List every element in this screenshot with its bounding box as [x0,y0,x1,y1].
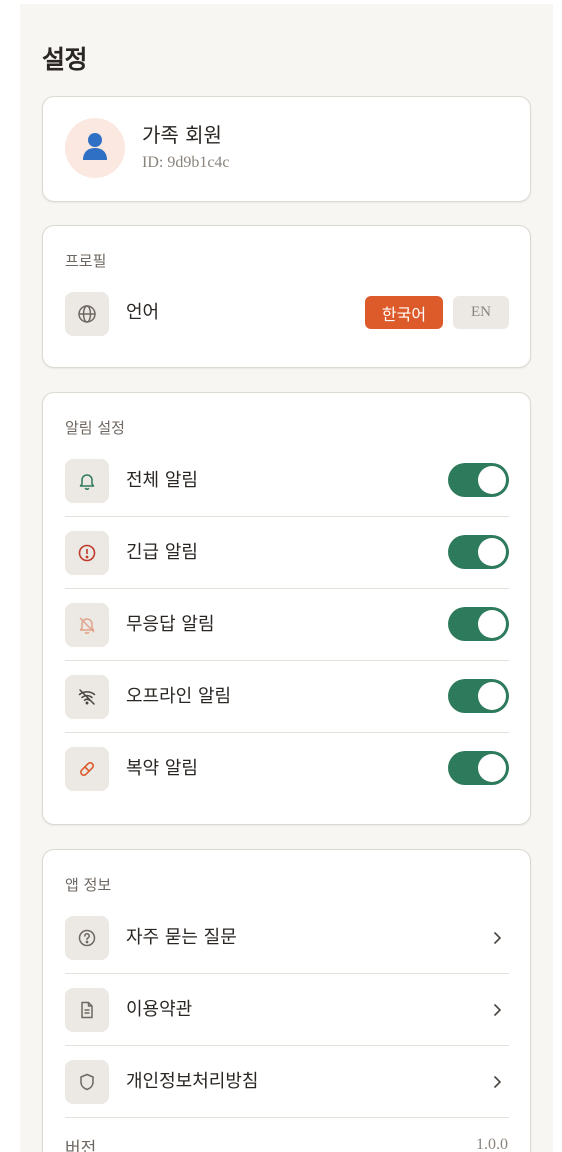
notification-row-emergency: 긴급 알림 [65,517,509,589]
help-circle-icon [65,916,109,960]
notification-row-no-response: 무응답 알림 [65,589,509,661]
language-label: 언어 [126,302,160,323]
notification-toggle-medication[interactable] [448,751,509,785]
app-info-card: 앱 정보 자주 묻는 질문 이용약관 개인정보처리방침 버전 1.0.0 [42,849,531,1152]
toggle-knob [478,754,506,782]
version-value: 1.0.0 [476,1136,508,1152]
language-option-korean[interactable]: 한국어 [365,296,443,329]
wifi-off-icon [65,675,109,719]
app-info-label: 개인정보처리방침 [126,1071,259,1092]
chevron-right-icon [491,1000,503,1020]
globe-icon [65,292,109,336]
notification-row-offline: 오프라인 알림 [65,661,509,733]
notification-row-medication: 복약 알림 [65,733,509,805]
notification-label: 복약 알림 [126,758,198,779]
pill-icon [65,747,109,791]
avatar [65,118,125,178]
document-icon [65,988,109,1032]
app-info-row-terms[interactable]: 이용약관 [65,974,509,1046]
section-label-profile: 프로필 [65,252,107,270]
bell-off-icon [65,603,109,647]
language-row: 언어 한국어 EN [65,278,509,350]
notification-label: 전체 알림 [126,470,198,491]
app-info-label: 자주 묻는 질문 [126,927,237,948]
chevron-right-icon [491,928,503,948]
shield-icon [65,1060,109,1104]
notification-toggle-emergency[interactable] [448,535,509,569]
notification-toggle-all[interactable] [448,463,509,497]
user-id: ID: 9d9b1c4c [142,154,230,171]
toggle-knob [478,682,506,710]
notification-settings-card: 알림 설정 전체 알림 긴급 알림 무응답 알림 오프라인 알림 복약 알림 [42,392,531,825]
bell-icon [65,459,109,503]
notification-toggle-offline[interactable] [448,679,509,713]
page-title: 설정 [42,45,88,74]
user-card: 가족 회원 ID: 9d9b1c4c [42,96,531,202]
notification-toggle-no-response[interactable] [448,607,509,641]
toggle-knob [478,466,506,494]
divider [65,1117,509,1118]
section-label-notifications: 알림 설정 [65,419,125,437]
version-label: 버전 [65,1139,97,1152]
app-info-row-faq[interactable]: 자주 묻는 질문 [65,902,509,974]
user-name: 가족 회원 [142,123,222,147]
person-icon [80,131,110,165]
notification-label: 오프라인 알림 [126,686,232,707]
notification-label: 긴급 알림 [126,542,198,563]
toggle-knob [478,610,506,638]
settings-screen: 설정 가족 회원 ID: 9d9b1c4c 프로필 언어 한국어 EN 알림 설… [20,4,553,1152]
section-label-app-info: 앱 정보 [65,876,112,894]
app-info-row-privacy[interactable]: 개인정보처리방침 [65,1046,509,1118]
profile-card: 프로필 언어 한국어 EN [42,225,531,368]
alert-circle-icon [65,531,109,575]
toggle-knob [478,538,506,566]
chevron-right-icon [491,1072,503,1092]
notification-row-all: 전체 알림 [65,445,509,517]
language-option-english[interactable]: EN [453,296,509,329]
app-info-label: 이용약관 [126,999,193,1020]
notification-label: 무응답 알림 [126,614,215,635]
